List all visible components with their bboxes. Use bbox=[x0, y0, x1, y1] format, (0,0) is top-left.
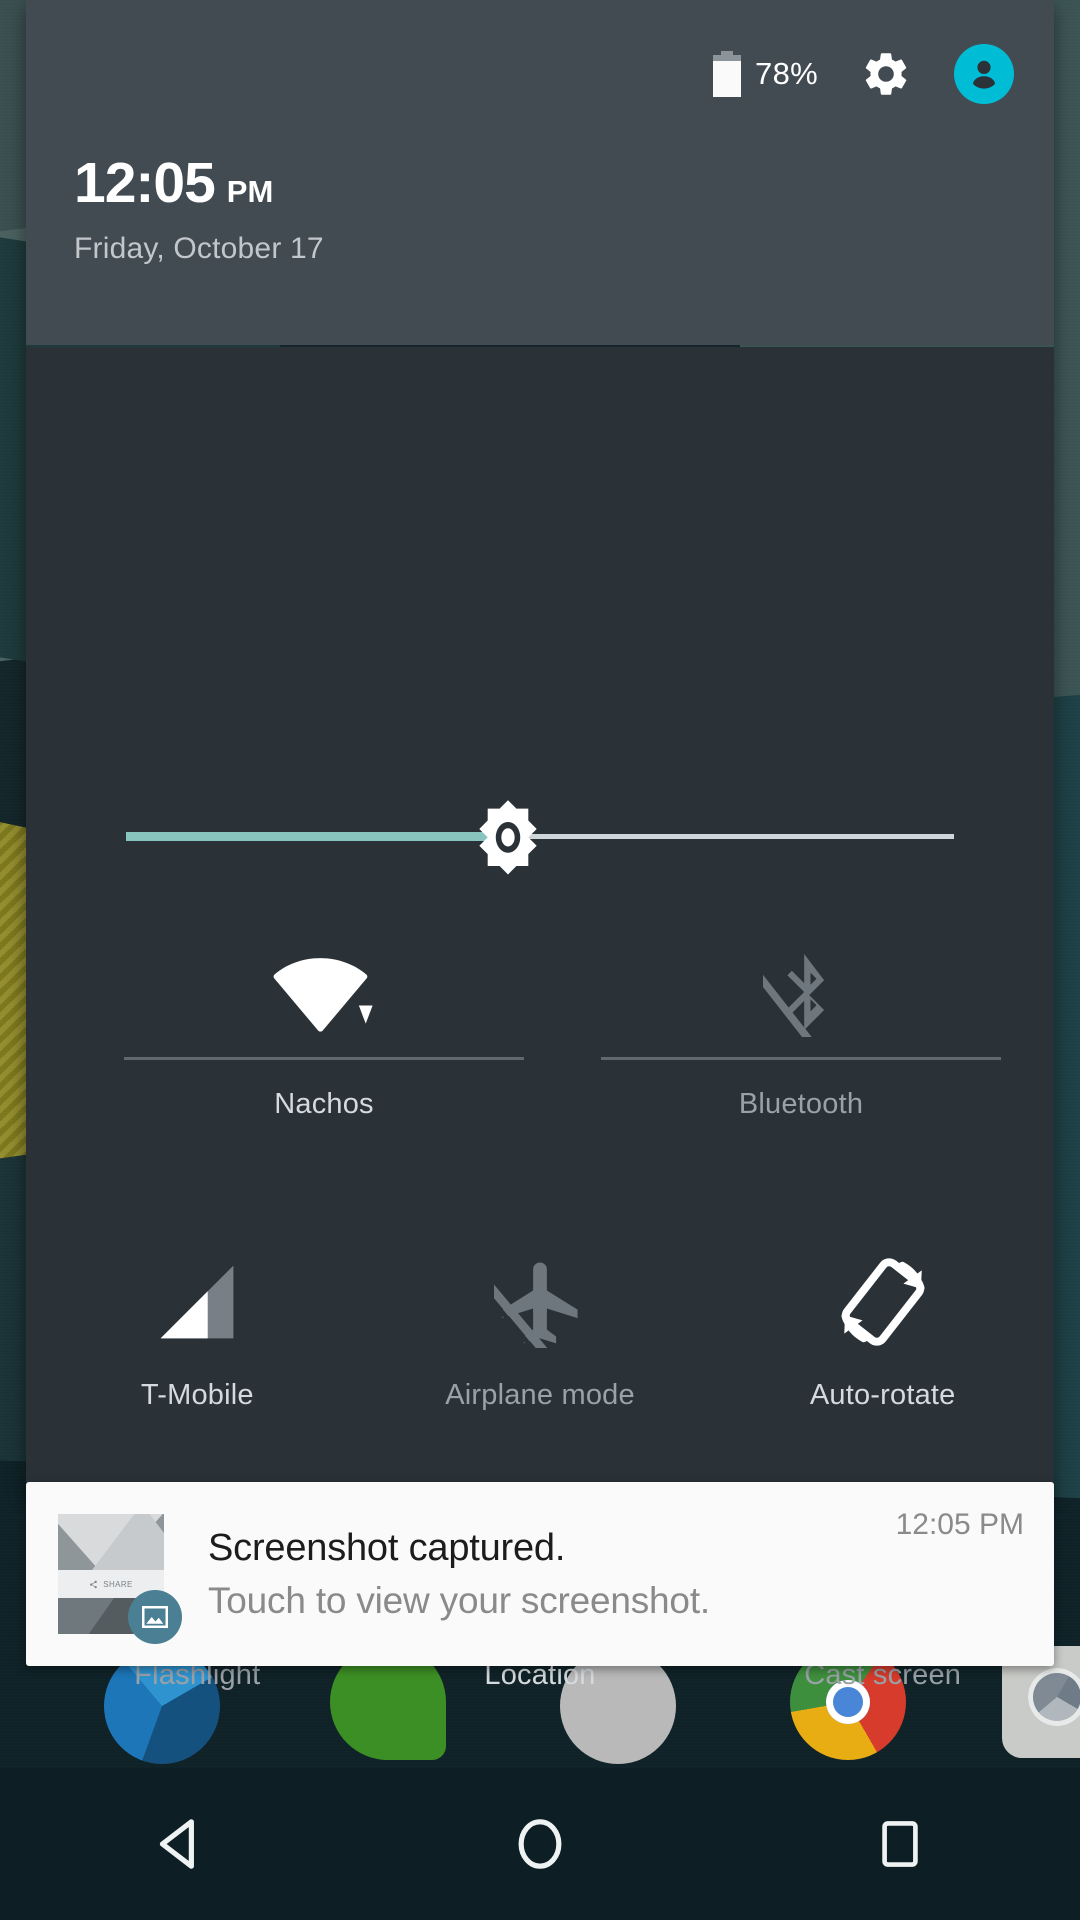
wifi-icon bbox=[94, 937, 554, 1047]
tile-airplane[interactable]: Airplane mode bbox=[369, 1247, 712, 1467]
share-icon bbox=[90, 1580, 98, 1588]
brightness-slider[interactable] bbox=[126, 800, 954, 875]
back-icon[interactable] bbox=[115, 1789, 245, 1899]
tile-label-cellular: T-Mobile bbox=[140, 1379, 254, 1411]
quick-settings-panel: 78% 12:05 PM Friday, October 17 Nachos B… bbox=[26, 0, 1054, 1691]
person-glyph bbox=[973, 60, 995, 89]
screen-rotation-icon bbox=[711, 1247, 1054, 1357]
notification-time: 12:05 PM bbox=[895, 1508, 1024, 1541]
tile-label-autorotate: Auto-rotate bbox=[809, 1379, 956, 1411]
battery-percent-label: 78% bbox=[755, 56, 818, 91]
quick-settings-row-2: T-Mobile Airplane mode Auto-rotate bbox=[26, 1247, 1054, 1467]
user-avatar-icon[interactable] bbox=[954, 44, 1014, 104]
tile-label-bluetooth: Bluetooth bbox=[738, 1088, 864, 1120]
navigation-bar bbox=[0, 1768, 1080, 1920]
brightness-fill bbox=[126, 832, 508, 841]
home-icon[interactable] bbox=[475, 1789, 605, 1899]
signal-cellular-icon bbox=[26, 1247, 369, 1357]
notification-subtitle: Touch to view your screenshot. bbox=[208, 1579, 710, 1621]
notification-text: Screenshot captured. Touch to view your … bbox=[208, 1527, 896, 1622]
tile-label-wifi: Nachos bbox=[274, 1088, 374, 1120]
notification-title: Screenshot captured. bbox=[208, 1526, 566, 1569]
thumbnail-share-label: SHARE bbox=[103, 1579, 133, 1589]
tile-label-airplane: Airplane mode bbox=[445, 1379, 635, 1411]
status-bar: 78% bbox=[713, 44, 1014, 104]
quick-settings-row-1: Nachos Bluetooth bbox=[26, 937, 1054, 1157]
bluetooth-disabled-icon bbox=[571, 937, 1031, 1047]
notification-thumbnail: SHARE bbox=[58, 1514, 182, 1644]
tile-wifi[interactable]: Nachos bbox=[94, 937, 554, 1121]
tile-autorotate[interactable]: Auto-rotate bbox=[711, 1247, 1054, 1467]
brightness-sun-icon[interactable] bbox=[466, 795, 550, 879]
clock-ampm: PM bbox=[226, 174, 274, 209]
battery-icon bbox=[713, 51, 742, 97]
tile-bluetooth[interactable]: Bluetooth bbox=[571, 937, 1031, 1121]
tile-divider bbox=[601, 1057, 1001, 1060]
tile-divider bbox=[124, 1057, 524, 1060]
tile-cellular[interactable]: T-Mobile bbox=[26, 1247, 369, 1467]
quick-settings-body: Nachos Bluetooth T-Mobile Airplane mode … bbox=[26, 347, 1054, 1691]
clock-time: 12:05 bbox=[74, 151, 216, 215]
gear-icon[interactable] bbox=[860, 48, 912, 100]
notification-card[interactable]: SHARE Screenshot captured. Touch to view… bbox=[26, 1482, 1054, 1666]
airplane-off-icon bbox=[369, 1247, 712, 1357]
clock-block[interactable]: 12:05 PM Friday, October 17 bbox=[74, 150, 324, 266]
recents-icon[interactable] bbox=[835, 1789, 965, 1899]
clock-date: Friday, October 17 bbox=[74, 232, 324, 265]
battery-status: 78% bbox=[713, 51, 818, 97]
quick-settings-header: 78% 12:05 PM Friday, October 17 bbox=[26, 0, 1054, 345]
image-icon bbox=[128, 1590, 182, 1644]
